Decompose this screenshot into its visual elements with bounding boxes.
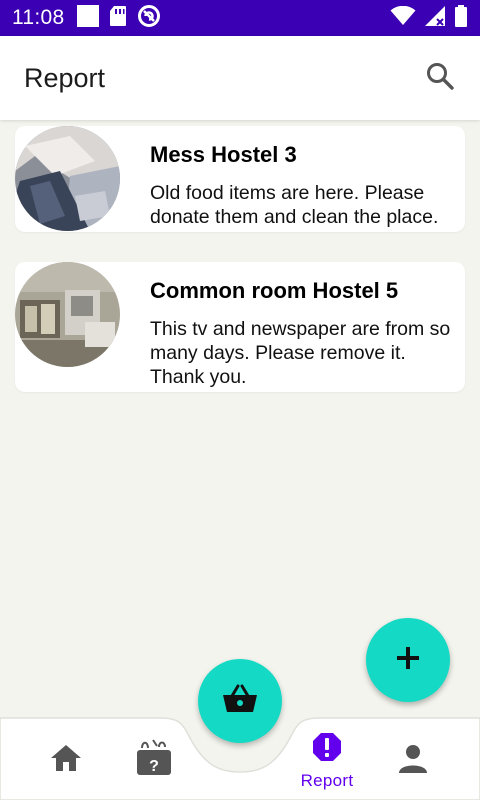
nav-report[interactable]: Report bbox=[292, 732, 362, 791]
report-card[interactable]: Common room Hostel 5 This tv and newspap… bbox=[15, 262, 465, 392]
status-right-icons bbox=[390, 4, 468, 32]
search-icon bbox=[425, 61, 455, 96]
sd-card-icon bbox=[109, 5, 127, 32]
search-button[interactable] bbox=[422, 60, 458, 96]
basket-icon bbox=[222, 684, 258, 719]
status-left-icons bbox=[76, 4, 161, 33]
signal-icon bbox=[424, 5, 446, 32]
report-description: This tv and newspaper are from so many d… bbox=[150, 318, 451, 388]
report-photo bbox=[15, 262, 120, 367]
status-time: 11:08 bbox=[12, 6, 65, 29]
app-bar: Report bbox=[0, 36, 480, 120]
wifi-icon bbox=[390, 5, 416, 31]
home-icon bbox=[50, 744, 82, 777]
report-description: Old food items are here. Please donate t… bbox=[150, 182, 439, 228]
page-title: Report bbox=[24, 62, 106, 93]
report-card[interactable]: Mess Hostel 3 Old food items are here. P… bbox=[15, 126, 465, 232]
battery-icon bbox=[454, 4, 468, 32]
report-title: Common room Hostel 5 bbox=[150, 278, 399, 303]
basket-button[interactable] bbox=[198, 659, 282, 743]
report-photo bbox=[15, 126, 120, 231]
nav-report-label: Report bbox=[300, 771, 354, 790]
person-icon bbox=[398, 744, 428, 779]
nav-profile[interactable] bbox=[398, 744, 428, 779]
report-alert-icon bbox=[312, 732, 342, 767]
square-notification-icon bbox=[76, 4, 99, 32]
svg-text:?: ? bbox=[149, 758, 159, 775]
report-list: Mess Hostel 3 Old food items are here. P… bbox=[15, 126, 465, 422]
nav-home[interactable] bbox=[50, 744, 82, 777]
plus-icon bbox=[395, 645, 421, 676]
status-bar: 11:08 bbox=[0, 0, 480, 36]
do-not-disturb-icon bbox=[137, 4, 161, 33]
quiz-bag-icon: ? bbox=[135, 738, 173, 781]
add-report-button[interactable] bbox=[366, 618, 450, 702]
nav-quiz[interactable]: ? bbox=[135, 738, 173, 781]
report-title: Mess Hostel 3 bbox=[150, 142, 297, 167]
